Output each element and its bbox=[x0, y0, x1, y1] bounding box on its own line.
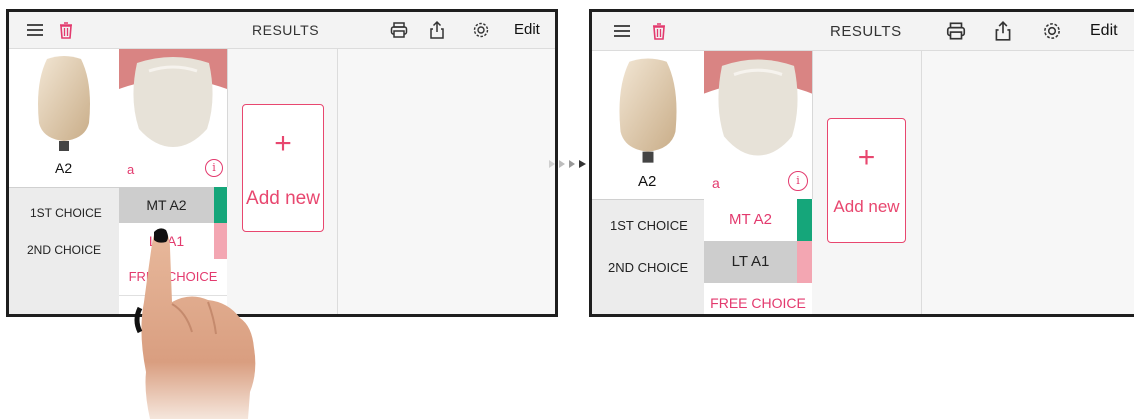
trash-icon[interactable] bbox=[56, 20, 76, 40]
tooth-photo bbox=[704, 51, 812, 163]
results-screen-before: RESULTS Edit A2 a i 1ST CHOICE 2ND CHOIC… bbox=[6, 9, 558, 317]
empty-workspace bbox=[921, 51, 1134, 314]
first-choice-label: 1ST CHOICE bbox=[610, 218, 688, 233]
results-table: A2 a i 1ST CHOICE 2ND CHOICE MT A2 LT A1… bbox=[592, 51, 1134, 314]
shade-tab-image bbox=[38, 56, 90, 151]
second-choice-marker bbox=[797, 241, 812, 283]
second-choice-label: 2ND CHOICE bbox=[27, 243, 102, 257]
first-choice-cell[interactable]: MT A2 bbox=[704, 199, 797, 241]
results-screen-after: RESULTS Edit A2 a i 1ST CHOICE 2ND CHOIC… bbox=[589, 9, 1134, 317]
trash-icon[interactable] bbox=[649, 21, 669, 41]
first-choice-cell[interactable]: MT A2 bbox=[119, 187, 214, 223]
info-icon[interactable]: i bbox=[205, 159, 223, 177]
add-new-label: Add new bbox=[833, 197, 900, 216]
edit-button[interactable]: Edit bbox=[514, 21, 540, 38]
first-choice-marker bbox=[214, 187, 227, 223]
top-toolbar: RESULTS Edit bbox=[9, 12, 555, 49]
photo-sub-label: a bbox=[712, 175, 720, 191]
shade-tab-cell[interactable]: A2 bbox=[592, 51, 705, 199]
info-icon[interactable]: i bbox=[788, 171, 808, 191]
shade-tab-label: A2 bbox=[55, 160, 73, 176]
photo-sub-label: a bbox=[127, 162, 135, 177]
add-new-button[interactable]: + Add new bbox=[242, 104, 324, 232]
gear-icon[interactable] bbox=[1041, 20, 1063, 42]
pointing-hand-icon bbox=[134, 228, 256, 419]
plus-icon: + bbox=[857, 141, 876, 174]
page-title: RESULTS bbox=[252, 22, 320, 38]
second-choice-cell[interactable]: LT A1 bbox=[704, 241, 797, 283]
add-new-button[interactable]: + Add new bbox=[827, 118, 906, 243]
free-choice-cell[interactable]: FREE CHOICE bbox=[704, 283, 812, 314]
print-icon[interactable] bbox=[389, 20, 409, 40]
share-icon[interactable] bbox=[992, 20, 1014, 42]
first-choice-marker bbox=[797, 199, 812, 241]
tooth-photo-cell[interactable]: a i bbox=[704, 51, 813, 199]
tooth-photo-cell[interactable]: a i bbox=[119, 49, 228, 187]
add-new-label: Add new bbox=[246, 188, 320, 209]
menu-icon[interactable] bbox=[25, 20, 45, 40]
empty-workspace bbox=[337, 49, 555, 314]
top-toolbar: RESULTS Edit bbox=[592, 12, 1134, 51]
results-table: A2 a i 1ST CHOICE 2ND CHOICE MT A2 LT A1… bbox=[9, 49, 555, 314]
gear-icon[interactable] bbox=[471, 20, 491, 40]
print-icon[interactable] bbox=[945, 20, 967, 42]
page-title: RESULTS bbox=[830, 23, 902, 40]
share-icon[interactable] bbox=[427, 20, 447, 40]
plus-icon: + bbox=[274, 127, 292, 160]
second-choice-label: 2ND CHOICE bbox=[608, 260, 689, 275]
shade-tab-label: A2 bbox=[638, 173, 657, 190]
shade-tab-image bbox=[619, 58, 677, 163]
first-choice-label: 1ST CHOICE bbox=[30, 206, 102, 220]
shade-tab-cell[interactable]: A2 bbox=[9, 49, 120, 187]
tooth-photo bbox=[119, 49, 227, 154]
menu-icon[interactable] bbox=[612, 21, 632, 41]
edit-button[interactable]: Edit bbox=[1090, 22, 1118, 40]
transition-arrows-icon bbox=[549, 160, 586, 168]
